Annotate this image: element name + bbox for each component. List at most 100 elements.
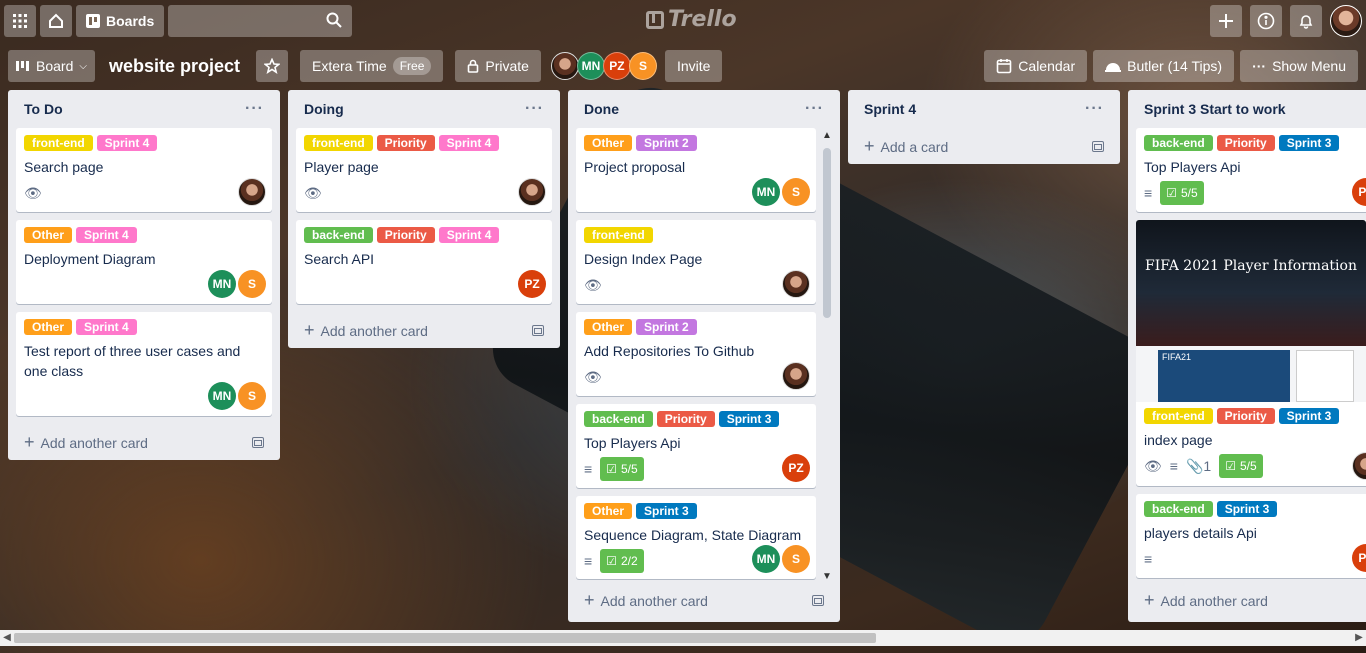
board-title[interactable]: website project <box>109 56 240 77</box>
list-title[interactable]: Sprint 3 Start to work <box>1144 101 1286 117</box>
card-label[interactable]: Sprint 4 <box>76 319 137 335</box>
card[interactable]: back-end Priority Sprint 4 Search API PZ <box>296 220 552 304</box>
card-member-avatar[interactable] <box>518 178 546 206</box>
card-label[interactable]: Sprint 3 <box>636 503 697 519</box>
list-title[interactable]: To Do <box>24 101 63 117</box>
card-member-avatar[interactable]: S <box>782 545 810 573</box>
card-member-avatar[interactable]: S <box>238 382 266 410</box>
member-avatar-pz[interactable]: PZ <box>602 52 631 80</box>
card-label[interactable]: Sprint 4 <box>96 135 158 151</box>
card-label[interactable]: Other <box>584 503 633 519</box>
scroll-up-icon[interactable]: ▲ <box>822 130 832 141</box>
card-member-avatar[interactable]: MN <box>752 545 780 573</box>
card-label[interactable]: Other <box>24 227 73 243</box>
member-avatar-mn[interactable]: MN <box>576 52 605 80</box>
apps-button[interactable] <box>4 5 36 37</box>
card-label[interactable]: back-end <box>304 227 373 243</box>
board-horizontal-scrollbar[interactable]: ◀ ▶ <box>0 630 1366 646</box>
card-label[interactable]: back-end <box>584 411 653 427</box>
card-member-avatar[interactable] <box>782 362 810 390</box>
card-member-avatar[interactable]: MN <box>208 382 236 410</box>
list-menu-icon[interactable]: ··· <box>245 100 264 118</box>
card-label[interactable]: Sprint 2 <box>636 135 697 151</box>
scroll-right-icon[interactable]: ▶ <box>1352 630 1366 646</box>
card-label[interactable]: Sprint 4 <box>76 227 137 243</box>
list-menu-icon[interactable]: ··· <box>805 100 824 118</box>
invite-button[interactable]: Invite <box>664 50 723 82</box>
card[interactable]: back-end Priority Sprint 3 Top Players A… <box>576 404 816 488</box>
card-label[interactable]: Sprint 3 <box>718 411 780 427</box>
add-card-button[interactable]: + Add another card <box>576 582 832 618</box>
card-label[interactable]: back-end <box>1144 501 1213 517</box>
card-member-avatar[interactable] <box>782 270 810 298</box>
notifications-button[interactable] <box>1290 5 1322 37</box>
scroll-left-icon[interactable]: ◀ <box>0 630 14 646</box>
card[interactable]: back-end Sprint 3 players details Api ≡ … <box>1136 494 1366 578</box>
show-menu-button[interactable]: ··· Show Menu <box>1240 50 1358 82</box>
card-member-avatar[interactable]: PZ <box>782 454 810 482</box>
team-button[interactable]: Extera Time Free <box>300 50 444 82</box>
add-card-button[interactable]: + Add another card <box>296 312 552 348</box>
card-label[interactable]: front-end <box>24 135 93 151</box>
calendar-button[interactable]: Calendar <box>984 50 1088 82</box>
card-member-avatar[interactable] <box>1352 452 1366 480</box>
card-label[interactable]: front-end <box>304 135 373 151</box>
card-template-icon[interactable] <box>812 594 824 606</box>
card-label[interactable]: Other <box>584 319 633 335</box>
list-title[interactable]: Sprint 4 <box>864 101 916 117</box>
card-member-avatar[interactable]: S <box>238 270 266 298</box>
card[interactable]: Other Sprint 2 Project proposal MN S <box>576 128 816 212</box>
card-label[interactable]: Sprint 2 <box>636 319 697 335</box>
card[interactable]: Other Sprint 2 Add Repositories To Githu… <box>576 312 816 396</box>
info-button[interactable] <box>1250 5 1282 37</box>
card-template-icon[interactable] <box>1092 140 1104 152</box>
add-card-button[interactable]: + Add another card <box>16 424 272 460</box>
visibility-button[interactable]: Private <box>455 50 541 82</box>
card-member-avatar[interactable]: MN <box>752 178 780 206</box>
card[interactable]: back-end Priority Sprint 3 Top Players A… <box>1136 128 1366 212</box>
card[interactable]: front-end Priority Sprint 4 Player page … <box>296 128 552 212</box>
card-member-avatar[interactable]: PZ <box>518 270 546 298</box>
member-avatar-photo[interactable] <box>550 52 579 80</box>
card-label[interactable]: Priority <box>656 411 715 427</box>
butler-button[interactable]: Butler (14 Tips) <box>1093 50 1235 82</box>
card-label[interactable]: Priority <box>1216 135 1275 151</box>
list-scrollbar[interactable]: ▲ ▼ <box>820 130 834 582</box>
home-button[interactable] <box>40 5 72 37</box>
card-member-avatar[interactable]: PZ <box>1352 544 1366 572</box>
card[interactable]: Other Sprint 4 Test report of three user… <box>16 312 272 416</box>
user-avatar[interactable] <box>1330 5 1362 37</box>
card-label[interactable]: Sprint 3 <box>1216 501 1278 517</box>
card-template-icon[interactable] <box>252 436 264 448</box>
trello-logo[interactable]: Trello <box>646 7 737 32</box>
card[interactable]: Other Sprint 3 Sequence Diagram, State D… <box>576 496 816 579</box>
add-card-button[interactable]: + Add a card <box>856 128 1112 164</box>
card-label[interactable]: front-end <box>1144 408 1213 424</box>
card-label[interactable]: Priority <box>376 135 435 151</box>
card-member-avatar[interactable]: S <box>782 178 810 206</box>
card-member-avatar[interactable] <box>238 178 266 206</box>
list-menu-icon[interactable]: ··· <box>1085 100 1104 118</box>
list-scrollbar-thumb[interactable] <box>823 148 831 318</box>
card-label[interactable]: Priority <box>1216 408 1275 424</box>
board-view-switcher[interactable]: Board ⌵ <box>8 50 95 82</box>
list-menu-icon[interactable]: ··· <box>525 100 544 118</box>
card[interactable]: front-end Sprint 4 Search page 👁 <box>16 128 272 212</box>
create-button[interactable] <box>1210 5 1242 37</box>
card-member-avatar[interactable]: MN <box>208 270 236 298</box>
card-label[interactable]: Other <box>584 135 633 151</box>
card-member-avatar[interactable]: PZ <box>1352 178 1366 206</box>
card-label[interactable]: back-end <box>1144 135 1213 151</box>
card[interactable]: Other Sprint 4 Deployment Diagram MN S <box>16 220 272 304</box>
card-label[interactable]: Sprint 3 <box>1278 135 1340 151</box>
search-input[interactable] <box>168 5 353 37</box>
card-with-cover[interactable]: FIFA 2021 Player Information FIFA21 fron… <box>1136 220 1366 486</box>
star-button[interactable] <box>256 50 288 82</box>
card-label[interactable]: front-end <box>584 227 653 243</box>
card-template-icon[interactable] <box>532 324 544 336</box>
card-label[interactable]: Priority <box>376 227 435 243</box>
card-label[interactable]: Other <box>24 319 73 335</box>
horizontal-scrollbar-thumb[interactable] <box>14 633 876 643</box>
card-label[interactable]: Sprint 4 <box>438 135 500 151</box>
card-label[interactable]: Sprint 3 <box>1278 408 1340 424</box>
